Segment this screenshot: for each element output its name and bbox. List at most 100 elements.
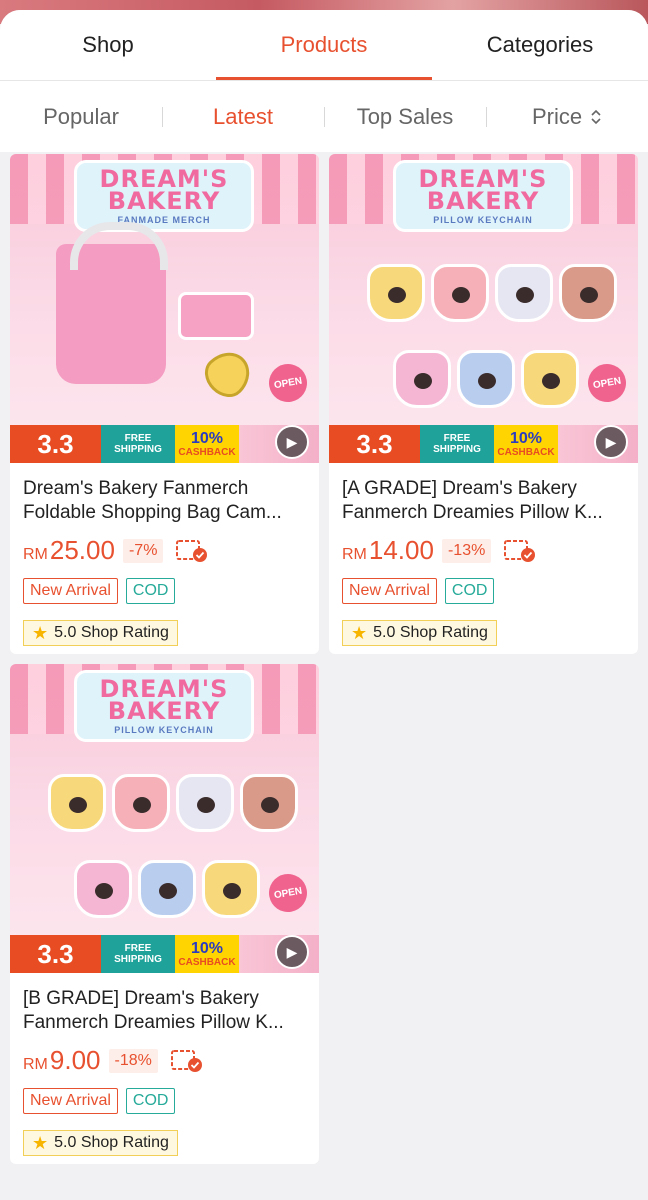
tag-cod: COD (444, 578, 495, 604)
charm-row (48, 774, 298, 832)
promo-cashback: 10% CASHBACK (175, 935, 239, 973)
price-row: RM 9.00 -18% (23, 1045, 307, 1076)
shop-rating-label: 5.0 Shop Rating (54, 1134, 169, 1151)
charm-illustration (521, 350, 579, 408)
open-tag: OPEN (265, 360, 311, 406)
charm-row (367, 264, 617, 322)
shop-rating-badge: ★ 5.0 Shop Rating (342, 620, 497, 646)
sort-price[interactable]: Price (486, 104, 648, 130)
price-row: RM 14.00 -13% (342, 535, 626, 566)
promo-banner: 3.3 FREE SHIPPING 10% CASHBACK (10, 425, 319, 463)
image-subtitle: PILLOW KEYCHAIN (433, 214, 533, 225)
sort-top-sales[interactable]: Top Sales (324, 104, 486, 130)
promo-free-shipping: FREE SHIPPING (420, 425, 494, 463)
image-title-line2: BAKERY (107, 696, 221, 725)
image-title-box: DREAM'S BAKERY PILLOW KEYCHAIN (74, 670, 254, 742)
sort-popular[interactable]: Popular (0, 104, 162, 130)
product-name: [A GRADE] Dream's Bakery Fanmerch Dreami… (342, 477, 626, 525)
product-grid: DREAM'S BAKERY FANMADE MERCH OPEN 3.3 FR… (10, 154, 638, 1164)
product-name: Dream's Bakery Fanmerch Foldable Shoppin… (23, 477, 307, 525)
price-amount: 25.00 (49, 535, 115, 565)
product-name-line1: [A GRADE] Dream's Bakery (342, 478, 577, 499)
charm-row (74, 860, 260, 918)
charm-illustration (176, 774, 234, 832)
promo-cashback-label: CASHBACK (178, 956, 236, 968)
shop-rating-label: 5.0 Shop Rating (373, 624, 488, 641)
promo-sale: 3.3 (10, 935, 101, 973)
promo-sale: 3.3 (10, 425, 101, 463)
product-name-line1: Dream's Bakery Fanmerch (23, 478, 249, 499)
product-info: Dream's Bakery Fanmerch Foldable Shoppin… (10, 463, 319, 646)
product-name-line1: [B GRADE] Dream's Bakery (23, 988, 259, 1009)
price-amount: 14.00 (368, 535, 434, 565)
charm-illustration (367, 264, 425, 322)
sort-latest[interactable]: Latest (162, 104, 324, 130)
charm-illustration (559, 264, 617, 322)
sort-updown-icon (590, 108, 602, 126)
promo-sale: 3.3 (329, 425, 420, 463)
price-currency: RM (23, 1056, 48, 1073)
tab-bar: Shop Products Categories (0, 10, 648, 81)
product-name-line2: Fanmerch Dreamies Pillow K... (342, 502, 603, 523)
product-image[interactable]: DREAM'S BAKERY PILLOW KEYCHAIN OPEN 3.3 … (329, 154, 638, 463)
charm-illustration (495, 264, 553, 322)
tab-shop[interactable]: Shop (0, 10, 216, 80)
product-card[interactable]: DREAM'S BAKERY PILLOW KEYCHAIN OPEN 3.3 … (329, 154, 638, 654)
product-image[interactable]: DREAM'S BAKERY FANMADE MERCH OPEN 3.3 FR… (10, 154, 319, 463)
product-price: RM 9.00 (23, 1045, 101, 1076)
product-image[interactable]: DREAM'S BAKERY PILLOW KEYCHAIN OPEN 3.3 … (10, 664, 319, 973)
image-title-line2: BAKERY (426, 186, 540, 215)
shop-rating-badge: ★ 5.0 Shop Rating (23, 1130, 178, 1156)
tab-products[interactable]: Products (216, 10, 432, 80)
product-price: RM 14.00 (342, 535, 434, 566)
promo-cashback: 10% CASHBACK (175, 425, 239, 463)
sort-price-label: Price (531, 103, 583, 129)
product-name-line2: Foldable Shopping Bag Cam... (23, 502, 282, 523)
tag-new-arrival: New Arrival (23, 578, 118, 604)
play-video-icon[interactable]: ▶ (275, 935, 309, 969)
price-amount: 9.00 (49, 1045, 101, 1075)
play-video-icon[interactable]: ▶ (275, 425, 309, 459)
promo-cashback-label: CASHBACK (178, 446, 236, 458)
product-tags: New Arrival COD (23, 578, 307, 604)
price-currency: RM (23, 546, 48, 563)
discount-badge: -18% (108, 1048, 158, 1073)
tag-new-arrival: New Arrival (23, 1088, 118, 1114)
tag-cod: COD (125, 578, 176, 604)
image-title-line2: BAKERY (107, 186, 221, 215)
product-card[interactable]: DREAM'S BAKERY PILLOW KEYCHAIN OPEN 3.3 … (10, 664, 319, 1164)
product-tags: New Arrival COD (342, 578, 626, 604)
price-currency: RM (342, 546, 367, 563)
tag-new-arrival: New Arrival (342, 578, 437, 604)
tag-cod: COD (125, 1088, 176, 1114)
discount-badge: -13% (441, 538, 492, 563)
voucher-icon (504, 539, 536, 562)
play-video-icon[interactable]: ▶ (594, 425, 628, 459)
promo-banner: 3.3 FREE SHIPPING 10% CASHBACK (329, 425, 638, 463)
promo-free-shipping: FREE SHIPPING (101, 425, 175, 463)
product-name: [B GRADE] Dream's Bakery Fanmerch Dreami… (23, 987, 307, 1035)
charm-illustration (112, 774, 170, 832)
charm-illustration (74, 860, 132, 918)
promo-cashback-pct: 10% (509, 429, 543, 447)
charm-illustration (240, 774, 298, 832)
charm-row (393, 350, 579, 408)
heart-mirror-illustration (196, 342, 260, 406)
charm-illustration (48, 774, 106, 832)
product-card[interactable]: DREAM'S BAKERY FANMADE MERCH OPEN 3.3 FR… (10, 154, 319, 654)
promo-cashback-pct: 10% (190, 429, 224, 447)
charm-illustration (393, 350, 451, 408)
product-info: [A GRADE] Dream's Bakery Fanmerch Dreami… (329, 463, 638, 646)
tab-categories[interactable]: Categories (432, 10, 648, 80)
charm-illustration (431, 264, 489, 322)
voucher-icon (176, 539, 208, 562)
star-icon: ★ (32, 1133, 49, 1153)
shop-rating-badge: ★ 5.0 Shop Rating (23, 620, 178, 646)
open-tag: OPEN (265, 870, 311, 916)
product-info: [B GRADE] Dream's Bakery Fanmerch Dreami… (10, 973, 319, 1156)
charm-illustration (457, 350, 515, 408)
sort-bar: Popular Latest Top Sales Price (0, 81, 648, 152)
promo-banner: 3.3 FREE SHIPPING 10% CASHBACK (10, 935, 319, 973)
star-icon: ★ (351, 623, 368, 643)
product-price: RM 25.00 (23, 535, 115, 566)
